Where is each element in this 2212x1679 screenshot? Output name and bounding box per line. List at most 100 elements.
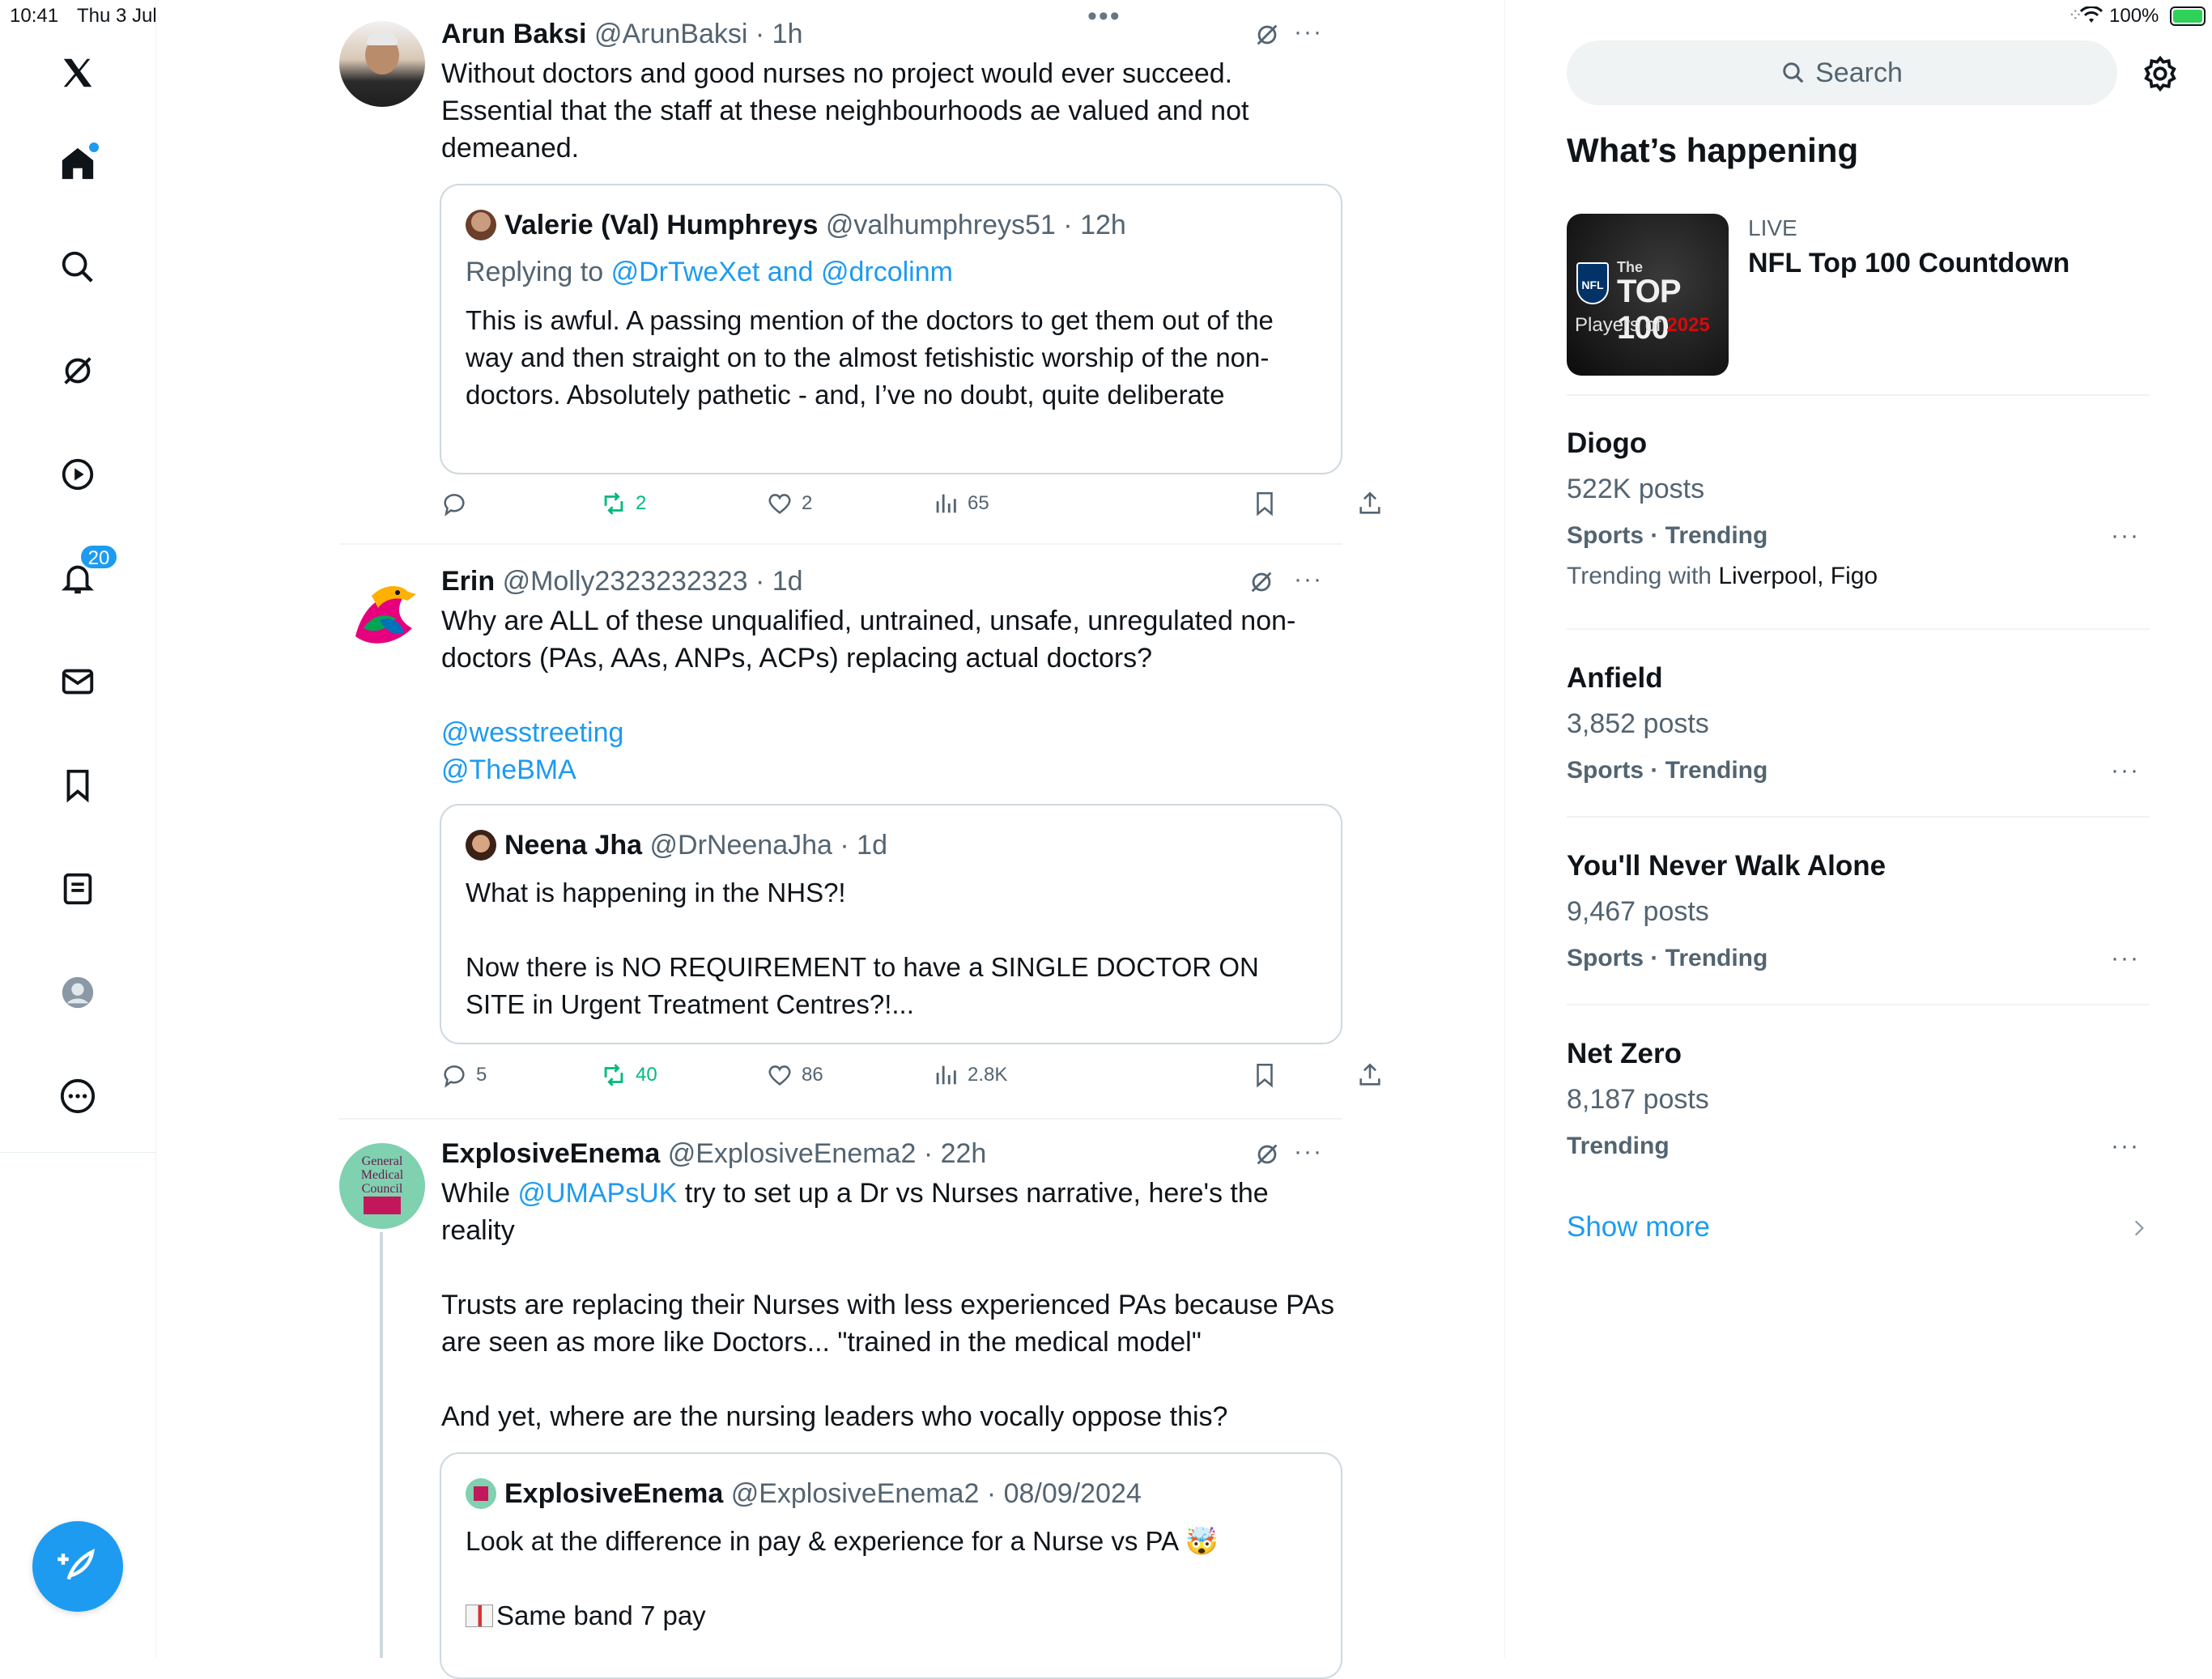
gear-icon[interactable] <box>2142 55 2179 92</box>
reply-button[interactable] <box>440 490 476 517</box>
avatar[interactable]: General Medical Council <box>339 1143 425 1229</box>
notifications-bell-icon[interactable]: 20 <box>50 544 118 606</box>
mention-link[interactable]: @TheBMA <box>441 751 1340 788</box>
messages-icon[interactable] <box>50 654 105 709</box>
views-chart-icon <box>936 494 956 513</box>
tweet-time[interactable]: 22h <box>941 1138 987 1169</box>
search-placeholder: Search <box>1815 57 1903 88</box>
mention-link[interactable]: @UMAPsUK <box>517 1178 677 1209</box>
avatar-logo-text: General Medical Council <box>360 1154 404 1196</box>
reply-button[interactable]: 5 <box>440 1061 487 1089</box>
trend-title[interactable]: Anfield <box>1567 662 1663 695</box>
compose-post-button[interactable] <box>32 1521 123 1612</box>
notifications-badge: 20 <box>79 544 118 570</box>
live-event-thumbnail[interactable]: NFL The TOP 100 Players of 2025 <box>1567 214 1729 376</box>
share-button[interactable] <box>1356 1061 1384 1089</box>
quote-tweet[interactable]: ExplosiveEnema @ExplosiveEnema2 · 08/09/… <box>440 1452 1342 1679</box>
quote-text: What is happening in the NHS?! Now there… <box>466 878 1259 1019</box>
avatar[interactable] <box>339 572 425 657</box>
right-sidebar: Search What’s happening NFL The TOP 100 … <box>1504 0 2212 1658</box>
tweet-time[interactable]: 1h <box>772 19 803 49</box>
like-count: 86 <box>802 1064 823 1086</box>
author-handle[interactable]: @Molly2323232323 <box>503 566 748 597</box>
author-handle[interactable]: @ArunBaksi <box>594 19 747 49</box>
author-name[interactable]: ExplosiveEnema <box>441 1138 660 1169</box>
avatar <box>466 210 496 240</box>
trend-more-icon[interactable]: ··· <box>2111 757 2140 784</box>
reply-icon <box>444 1065 465 1088</box>
repost-count: 2 <box>636 492 647 514</box>
quote-author-name: Valerie (Val) Humphreys <box>504 210 819 240</box>
like-count: 2 <box>802 492 813 514</box>
grok-icon[interactable] <box>50 343 105 398</box>
quote-author-handle: @valhumphreys51 <box>825 210 1056 240</box>
repost-icon <box>604 492 623 515</box>
trend-title[interactable]: Diogo <box>1567 427 1647 460</box>
tweet-text: Without doctors and good nurses no proje… <box>441 58 1249 164</box>
x-logo-icon[interactable] <box>50 45 105 100</box>
quote-author-handle: @ExplosiveEnema2 <box>730 1478 980 1509</box>
repost-button[interactable]: 2 <box>600 490 646 517</box>
trend-divider <box>1567 1004 2150 1005</box>
chevron-right-icon <box>2134 1220 2144 1236</box>
grok-icon[interactable] <box>1253 1141 1281 1168</box>
home-icon[interactable] <box>50 136 105 191</box>
search-input[interactable]: Search <box>1567 40 2117 105</box>
views-button[interactable]: 2.8K <box>932 1061 1007 1089</box>
tweet-more-icon[interactable]: ··· <box>1294 20 1323 45</box>
author-handle[interactable]: @ExplosiveEnema2 <box>668 1138 917 1169</box>
profile-avatar-icon[interactable] <box>50 965 105 1020</box>
show-more-link[interactable]: Show more <box>1567 1211 1710 1243</box>
author-name[interactable]: Erin <box>441 566 495 597</box>
trend-more-icon[interactable]: ··· <box>2111 522 2140 550</box>
views-button[interactable]: 65 <box>932 490 989 517</box>
grok-icon[interactable] <box>1248 568 1275 596</box>
views-chart-icon <box>936 1065 956 1085</box>
avatar[interactable] <box>339 21 425 107</box>
trend-title[interactable]: Net Zero <box>1567 1038 1682 1070</box>
video-icon[interactable] <box>50 447 105 502</box>
search-icon[interactable] <box>50 240 105 295</box>
lists-icon[interactable] <box>50 861 105 916</box>
quote-time: 12h <box>1080 210 1126 240</box>
like-button[interactable]: 86 <box>766 1061 823 1089</box>
more-options-icon[interactable] <box>50 1069 105 1124</box>
trend-divider <box>1567 628 2150 630</box>
grok-icon[interactable] <box>1253 21 1281 49</box>
bookmark-button[interactable] <box>1251 490 1278 517</box>
trend-posts: 522K posts <box>1567 474 1705 504</box>
repost-button[interactable]: 40 <box>600 1061 657 1089</box>
heart-icon <box>768 1065 791 1086</box>
bookmarks-icon[interactable] <box>50 758 105 813</box>
reply-count: 5 <box>476 1064 487 1086</box>
share-button[interactable] <box>1356 490 1384 517</box>
quote-tweet[interactable]: Neena Jha @DrNeenaJha · 1d What is happe… <box>440 804 1342 1044</box>
quote-tweet[interactable]: Valerie (Val) Humphreys @valhumphreys51 … <box>440 184 1342 474</box>
tweet-more-icon[interactable]: ··· <box>1294 567 1323 592</box>
search-icon <box>1783 62 1804 83</box>
window-grabber-dots[interactable]: ••• <box>1087 2 1121 30</box>
trend-posts: 9,467 posts <box>1567 896 1709 927</box>
tweet-divider <box>339 543 1342 545</box>
views-count: 2.8K <box>968 1064 1008 1086</box>
bookmark-button[interactable] <box>1251 1061 1278 1089</box>
trend-more-icon[interactable]: ··· <box>2111 1133 2140 1160</box>
quote-author-handle: @DrNeenaJha <box>649 830 832 861</box>
trend-more-icon[interactable]: ··· <box>2111 945 2140 972</box>
replying-to-link[interactable]: @DrTweXet and @drcolinm <box>611 257 953 287</box>
mention-link[interactable]: @wesstreeting <box>441 714 1340 751</box>
tweet-more-icon[interactable]: ··· <box>1294 1140 1323 1164</box>
like-button[interactable]: 2 <box>766 490 812 517</box>
quote-text: Look at the difference in pay & experien… <box>466 1526 1219 1630</box>
share-icon <box>1359 491 1380 514</box>
tweet-text: Why are ALL of these unqualified, untrai… <box>441 602 1340 788</box>
repost-icon <box>604 1064 623 1086</box>
quote-time: 08/09/2024 <box>1003 1478 1142 1509</box>
author-name[interactable]: Arun Baksi <box>441 19 587 49</box>
repost-count: 40 <box>636 1064 657 1086</box>
live-event-title[interactable]: NFL Top 100 Countdown <box>1748 248 2069 279</box>
views-count: 65 <box>968 492 989 514</box>
trend-posts: 3,852 posts <box>1567 708 1709 739</box>
trend-title[interactable]: You'll Never Walk Alone <box>1567 850 1886 882</box>
tweet-time[interactable]: 1d <box>772 566 803 597</box>
